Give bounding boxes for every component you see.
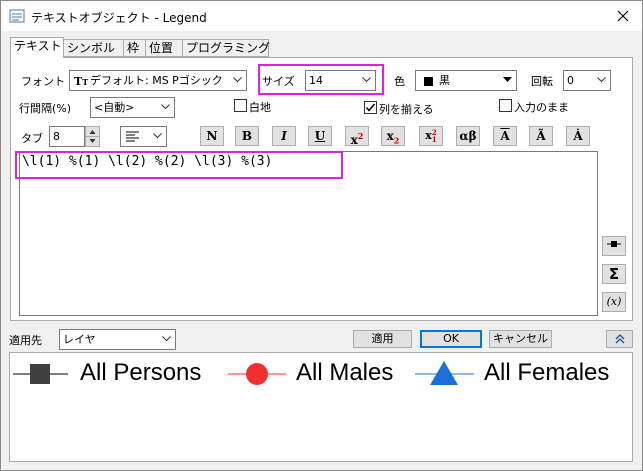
- white-bg-checkbox[interactable]: [234, 99, 247, 112]
- supersubscript-icon: x2 1: [425, 128, 437, 144]
- tab-frame[interactable]: 枠: [123, 39, 146, 57]
- insert-sum-button[interactable]: Σ: [602, 264, 626, 284]
- chevron-down-icon: [233, 77, 242, 83]
- cancel-button[interactable]: キャンセル: [489, 330, 552, 348]
- bar-button[interactable]: A: [493, 126, 517, 146]
- tilde-button[interactable]: Ã: [529, 126, 553, 146]
- size-combobox[interactable]: 14: [305, 70, 376, 91]
- dialog-window: テキストオブジェクト - Legend テキスト シンボル 枠 位置 プログラミ…: [0, 0, 643, 471]
- font-label: フォント: [21, 75, 65, 88]
- superscript-button[interactable]: x2: [345, 126, 369, 147]
- chevron-down-icon: [153, 133, 162, 139]
- size-value: 14: [309, 74, 323, 87]
- size-label: サイズ: [262, 75, 295, 88]
- text-editor[interactable]: \l(1) %(1) \l(2) %(2) \l(3) %(3): [19, 151, 598, 316]
- tab-programming[interactable]: プログラミング: [182, 39, 270, 57]
- greek-button[interactable]: αβ: [456, 126, 480, 146]
- window-title: テキストオブジェクト - Legend: [31, 11, 207, 25]
- apply-button[interactable]: 適用: [353, 330, 412, 348]
- color-value: 黒: [439, 74, 450, 87]
- double-chevron-up-icon: [615, 334, 624, 344]
- color-combobox[interactable]: 黒: [415, 70, 517, 91]
- alignment-combobox[interactable]: [120, 126, 167, 147]
- tab-text[interactable]: テキスト: [10, 37, 64, 58]
- apply-to-combobox[interactable]: レイヤ: [59, 329, 176, 350]
- legend-label-males: All Males: [296, 359, 394, 386]
- insert-symbol-button[interactable]: [602, 236, 626, 256]
- align-columns-checkbox[interactable]: [364, 101, 377, 114]
- truetype-icon: TT: [74, 75, 89, 88]
- legend-label-persons: All Persons: [80, 359, 202, 386]
- line-spacing-value: <自動>: [94, 101, 135, 114]
- app-icon: [9, 8, 25, 24]
- editor-content[interactable]: \l(1) %(1) \l(2) %(2) \l(3) %(3): [22, 154, 272, 169]
- font-value: デフォルト: MS Pゴシック: [90, 74, 223, 87]
- subscript-icon: x2: [386, 129, 400, 146]
- normal-button[interactable]: N: [200, 126, 224, 146]
- chevron-down-icon: [162, 336, 171, 342]
- rotation-combobox[interactable]: 0: [563, 70, 611, 91]
- white-bg-label: 白地: [249, 101, 271, 114]
- tab-symbol[interactable]: シンボル: [63, 39, 124, 57]
- apply-to-value: レイヤ: [63, 333, 96, 346]
- chevron-down-icon: [161, 104, 170, 110]
- tab-size-input[interactable]: 8: [49, 126, 85, 147]
- chevron-down-icon: [597, 77, 606, 83]
- spinner-arrows-icon: [86, 130, 99, 143]
- legend-label-females: All Females: [484, 359, 610, 386]
- keep-input-label: 入力のまま: [514, 101, 569, 114]
- align-left-icon: [126, 131, 139, 142]
- dropdown-arrow-icon: [503, 77, 512, 83]
- color-swatch: [424, 76, 433, 86]
- underline-button[interactable]: U: [308, 126, 332, 146]
- color-label: 色: [394, 75, 405, 88]
- subscript-button[interactable]: x2: [381, 126, 405, 146]
- tab-position[interactable]: 位置: [145, 39, 183, 57]
- insert-variable-button[interactable]: (x): [602, 292, 626, 312]
- superscript-icon: x2: [350, 131, 364, 147]
- chevron-down-icon: [362, 77, 371, 83]
- font-combobox[interactable]: TT デフォルト: MS Pゴシック: [69, 70, 247, 91]
- line-symbol-icon: [607, 241, 621, 247]
- keep-input-checkbox[interactable]: [499, 99, 512, 112]
- dot-button[interactable]: Ȧ: [566, 126, 590, 146]
- tab-size-label: タブ: [21, 132, 43, 145]
- collapse-preview-button[interactable]: [606, 330, 633, 348]
- align-columns-label: 列を揃える: [379, 103, 434, 116]
- apply-to-label: 適用先: [9, 334, 42, 347]
- rotation-label: 回転: [531, 75, 553, 88]
- checkmark-icon: [365, 103, 376, 112]
- sigma-icon: Σ: [608, 265, 620, 283]
- triangle-marker: [430, 361, 458, 385]
- square-marker: [30, 364, 50, 384]
- italic-button[interactable]: I: [272, 126, 296, 146]
- ok-button[interactable]: OK: [420, 330, 482, 348]
- function-x-icon: (x): [606, 295, 622, 308]
- line-spacing-combobox[interactable]: <自動>: [90, 97, 175, 118]
- circle-marker: [246, 363, 268, 385]
- legend-preview: All Persons All Males All Females: [9, 352, 633, 462]
- line-spacing-label: 行間隔(%): [19, 102, 72, 115]
- tab-size-spinner[interactable]: [85, 126, 100, 147]
- close-icon[interactable]: [612, 5, 634, 27]
- bold-button[interactable]: B: [235, 126, 259, 146]
- supersubscript-button[interactable]: x2 1: [419, 126, 443, 146]
- title-bar: テキストオブジェクト - Legend: [1, 1, 642, 31]
- rotation-value: 0: [567, 74, 574, 87]
